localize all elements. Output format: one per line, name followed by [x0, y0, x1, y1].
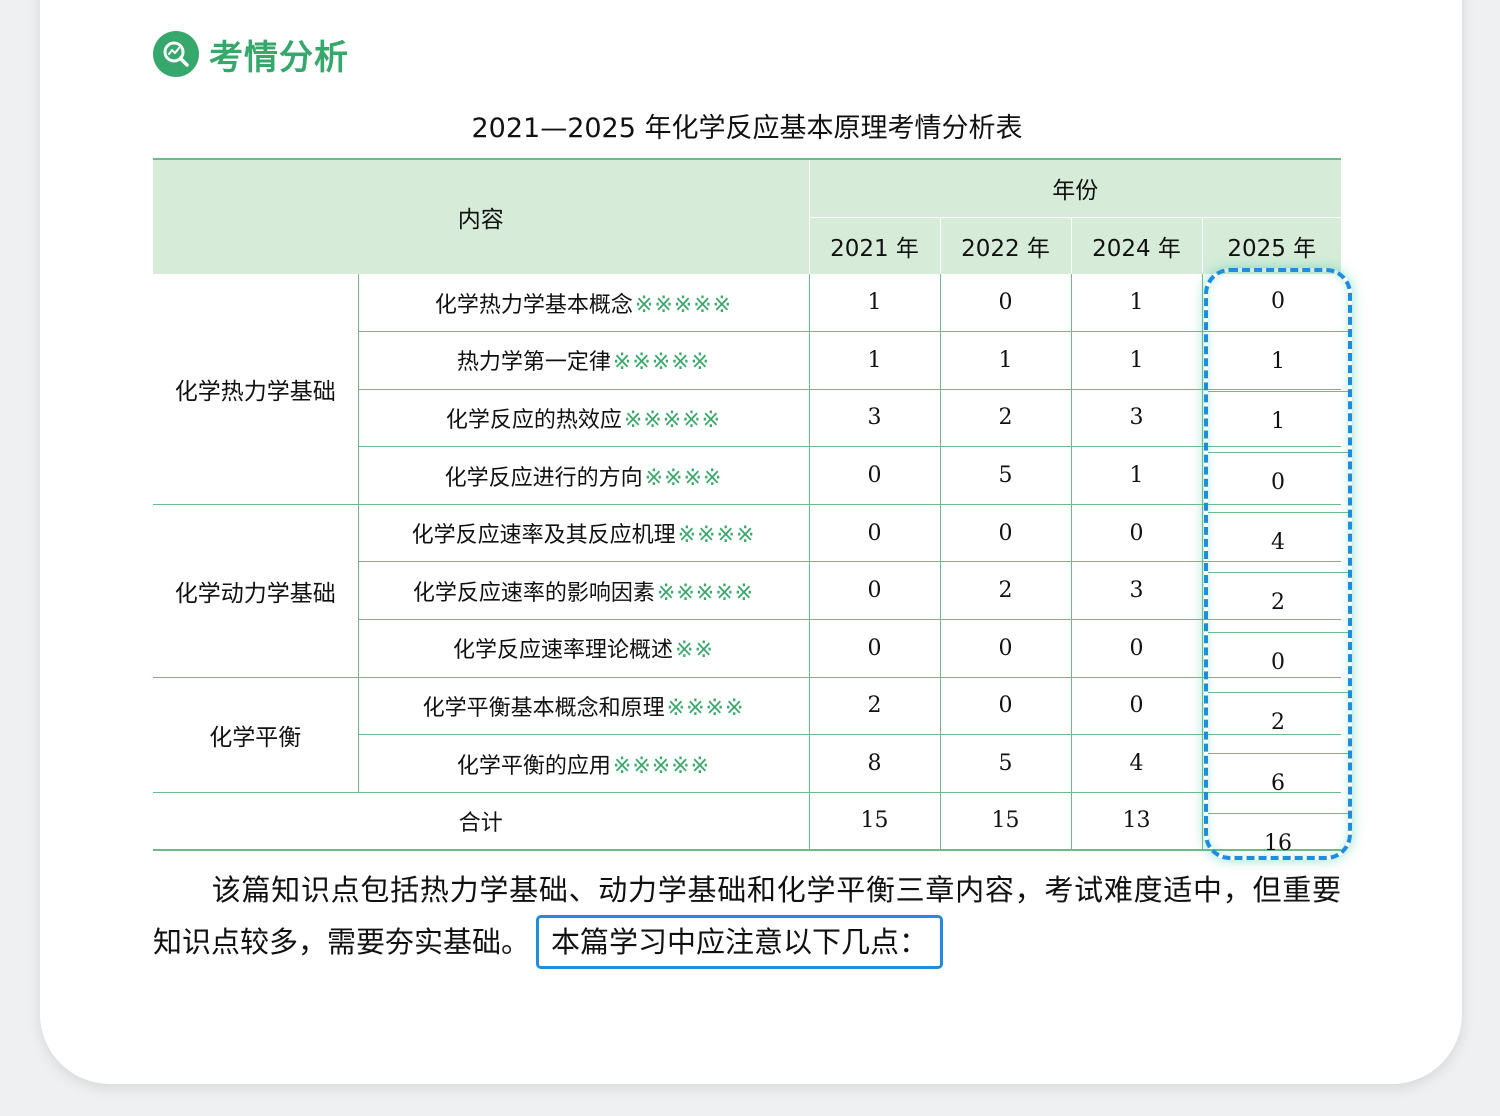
table-row: 化学热力学基础 化学热力学基本概念※※※※※ 1 0 1: [153, 274, 1341, 505]
rating-stars: ※※※※: [666, 695, 745, 721]
rating-stars: ※※※※※: [656, 580, 755, 606]
value-cell: 0: [939, 504, 1071, 563]
topic-cell: 化学平衡的应用※※※※※: [357, 734, 809, 793]
year-header-2022: 2022 年: [939, 217, 1071, 274]
topic-cell: 化学反应速率理论概述※※: [357, 619, 809, 678]
total-cell: 15: [939, 792, 1071, 851]
value-cell: 1: [939, 331, 1071, 390]
topic-cell: 化学反应速率及其反应机理※※※※: [357, 504, 809, 563]
value-cell-2025: 0: [1208, 272, 1348, 333]
total-label: 合计: [153, 792, 809, 851]
value-cell: 0: [808, 504, 940, 563]
value-cell: 0: [939, 619, 1071, 678]
magnifier-chart-icon: [153, 31, 199, 77]
rating-stars: ※※: [675, 638, 714, 664]
value-cell-2025: 1: [1208, 392, 1348, 453]
section-header: 考情分析: [153, 31, 349, 78]
value-cell: 5: [939, 446, 1071, 505]
rating-stars: ※※※※: [677, 523, 756, 549]
value-cell-2025: 2: [1208, 573, 1348, 634]
rating-stars: ※※※※: [644, 465, 723, 491]
value-cell: 1: [1070, 274, 1202, 333]
value-cell-2025: 0: [1208, 453, 1348, 513]
value-cell: 4: [1070, 734, 1202, 793]
value-cell: 1: [808, 331, 940, 390]
topic-cell: 化学反应的热效应※※※※※: [357, 389, 809, 448]
value-cell-2025: 2: [1208, 693, 1348, 754]
value-cell-2025: 1: [1208, 332, 1348, 393]
rating-stars: ※※※※※: [612, 753, 711, 779]
value-cell: 3: [808, 389, 940, 448]
rating-stars: ※※※※※: [623, 407, 722, 433]
total-cell-2025: 16: [1264, 831, 1292, 857]
content-header: 内容: [457, 207, 504, 233]
table-title: 2021—2025 年化学反应基本原理考情分析表: [471, 113, 1023, 144]
value-cell: 0: [808, 619, 940, 678]
topic-cell: 化学平衡基本概念和原理※※※※: [357, 677, 809, 736]
rating-stars: ※※※※※: [634, 292, 733, 318]
value-cell-2025: 6: [1208, 754, 1348, 814]
column-2025-values: 0 1 1 0 4 2 0 2 6 16: [1208, 272, 1348, 874]
rating-stars: ※※※※※: [612, 350, 711, 376]
highlight-note-box: 本篇学习中应注意以下几点：: [536, 915, 944, 969]
value-cell: 1: [808, 274, 940, 333]
value-cell: 3: [1070, 561, 1202, 621]
value-cell: 0: [939, 677, 1071, 736]
total-cell: 15: [808, 792, 940, 851]
year-header-2024: 2024 年: [1070, 217, 1202, 274]
value-cell: 0: [1070, 619, 1202, 678]
value-cell: 0: [808, 446, 940, 505]
value-cell: 2: [939, 561, 1071, 621]
year-header: 年份: [808, 159, 1341, 218]
value-cell: 0: [939, 274, 1071, 333]
analysis-table: 内容 年份 2021 年 2022 年 2024 年 2025 年 化学热力学基…: [153, 158, 1341, 851]
value-cell-2025: 4: [1208, 513, 1348, 573]
year-header-2025: 2025 年: [1201, 217, 1341, 274]
value-cell: 5: [939, 734, 1071, 793]
value-cell: 2: [808, 677, 940, 736]
table-row: 化学平衡 化学平衡基本概念和原理※※※※ 2 0 0: [153, 677, 1341, 793]
value-cell: 8: [808, 734, 940, 793]
group-label: 化学平衡: [153, 677, 358, 793]
summary-paragraph: 该篇知识点包括热力学基础、动力学基础和化学平衡三章内容，考试难度适中，但重要知识…: [153, 866, 1341, 969]
topic-cell: 化学反应进行的方向※※※※: [357, 446, 809, 505]
topic-cell: 化学反应速率的影响因素※※※※※: [357, 561, 809, 621]
section-title: 考情分析: [209, 37, 349, 78]
value-cell: 0: [808, 561, 940, 621]
topic-cell: 热力学第一定律※※※※※: [357, 331, 809, 390]
total-row: 合计 15 15 13: [153, 792, 1341, 851]
value-cell-2025: 0: [1208, 633, 1348, 694]
total-cell: 13: [1070, 792, 1202, 851]
value-cell: 1: [1070, 446, 1202, 505]
topic-cell: 化学热力学基本概念※※※※※: [357, 274, 809, 333]
value-cell: 1: [1070, 331, 1202, 390]
value-cell: 0: [1070, 677, 1202, 736]
year-header-2021: 2021 年: [808, 217, 940, 274]
group-label: 化学动力学基础: [153, 504, 358, 678]
value-cell: 0: [1070, 504, 1202, 563]
group-label: 化学热力学基础: [153, 274, 358, 505]
value-cell: 2: [939, 389, 1071, 448]
table-row: 化学动力学基础 化学反应速率及其反应机理※※※※ 0 0 0: [153, 504, 1341, 678]
value-cell: 3: [1070, 389, 1202, 448]
